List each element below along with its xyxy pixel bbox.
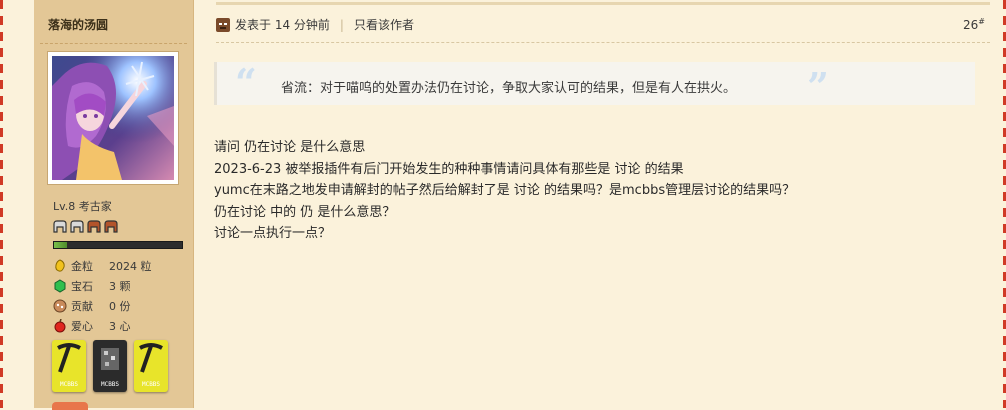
pickaxe-icon bbox=[139, 343, 163, 373]
page-left-border bbox=[0, 0, 3, 408]
stat-gems[interactable]: 宝石 3 颗 bbox=[53, 276, 152, 296]
post-header: 发表于 14 分钟前 | 只看该作者 bbox=[216, 16, 414, 33]
apple-heart-icon bbox=[54, 319, 66, 333]
floor-number-text: 26 bbox=[963, 18, 979, 32]
stat-love[interactable]: 爱心 3 心 bbox=[53, 316, 152, 336]
stat-value: 3 颗 bbox=[109, 280, 131, 293]
divider bbox=[40, 43, 187, 44]
floor-number[interactable]: 26# bbox=[963, 17, 985, 32]
stat-gold[interactable]: 金粒 2024 粒 bbox=[53, 256, 152, 276]
quote-close-icon: ” bbox=[807, 64, 829, 109]
stat-label: 贡献 bbox=[71, 300, 93, 313]
post-line: 仍在讨论 中的 仍 是什么意思？ bbox=[214, 204, 396, 220]
stat-value: 3 心 bbox=[109, 320, 131, 333]
ore-icon bbox=[101, 348, 119, 370]
author-mini-avatar-icon bbox=[216, 17, 230, 32]
quote-text: 省流：对于喵呜的处置办法仍在讨论，争取大家认可的结果，但是有人在拱火。 bbox=[281, 81, 737, 96]
stat-label: 宝石 bbox=[71, 280, 93, 293]
ore-medal[interactable]: MCBBS bbox=[93, 340, 127, 392]
sidebar-bottom-tab[interactable] bbox=[52, 402, 88, 410]
post-line: 2023-6-23 被举报插件有后门开始发生的种种事情请问具体有那些是 讨论 的… bbox=[214, 161, 684, 177]
medal-label: MCBBS bbox=[141, 381, 161, 388]
pickaxe-icon bbox=[57, 343, 81, 373]
iron-helmet-icon bbox=[70, 220, 84, 233]
avatar-image bbox=[52, 56, 174, 180]
pickaxe-medal[interactable]: MCBBS bbox=[134, 340, 168, 392]
gold-nugget-icon bbox=[55, 259, 65, 272]
only-view-author-link[interactable]: 只看该作者 bbox=[354, 16, 414, 33]
post-time: 发表于 14 分钟前 bbox=[235, 18, 330, 32]
stat-contribution[interactable]: 贡献 0 份 bbox=[53, 296, 152, 316]
post-content-area: 发表于 14 分钟前 | 只看该作者 26# “ 省流：对于喵呜的处置办法仍在讨… bbox=[194, 0, 1003, 408]
emerald-icon bbox=[54, 279, 66, 293]
medal-label: MCBBS bbox=[59, 381, 79, 388]
experience-bar bbox=[53, 241, 183, 249]
top-rule bbox=[216, 2, 990, 5]
author-username[interactable]: 落海的汤圆 bbox=[48, 16, 108, 33]
contribution-icon bbox=[53, 299, 67, 313]
separator: | bbox=[339, 17, 344, 32]
stat-value: 2024 粒 bbox=[109, 260, 152, 273]
leather-helmet-icon bbox=[87, 220, 101, 233]
pickaxe-medal[interactable]: MCBBS bbox=[52, 340, 86, 392]
quote-block: “ 省流：对于喵呜的处置办法仍在讨论，争取大家认可的结果，但是有人在拱火。 ” bbox=[214, 60, 975, 109]
experience-bar-fill bbox=[54, 242, 67, 248]
medal-label: MCBBS bbox=[100, 381, 120, 388]
author-stats: 金粒 2024 粒 宝石 3 颗 贡献 0 份 爱心 3 心 bbox=[53, 256, 152, 336]
quote-open-icon: “ bbox=[235, 60, 257, 105]
post-body: 请问 仍在讨论 是什么意思 2023-6-23 被举报插件有后门开始发生的种种事… bbox=[214, 137, 795, 245]
stat-value: 0 份 bbox=[109, 300, 131, 313]
author-avatar[interactable] bbox=[48, 52, 178, 184]
leather-helmet-icon bbox=[104, 220, 118, 233]
medal-list: MCBBS MCBBS MCBBS bbox=[52, 340, 168, 392]
post-line: 请问 仍在讨论 是什么意思 bbox=[214, 140, 366, 155]
stat-label: 爱心 bbox=[71, 320, 93, 333]
stat-label: 金粒 bbox=[71, 260, 93, 273]
divider bbox=[216, 42, 990, 43]
floor-suffix: # bbox=[978, 17, 985, 26]
author-sidebar: 落海的汤圆 Lv.8 考古家 金粒 2024 粒 宝石 3 颗 贡献 0 份 爱… bbox=[34, 0, 194, 410]
author-level[interactable]: Lv.8 考古家 bbox=[53, 198, 112, 214]
post-line: yumc在末路之地发申请解封的帖子然后给解封了是 讨论 的结果吗？是mcbbs管… bbox=[214, 183, 796, 198]
post-line: 讨论一点执行一点？ bbox=[214, 226, 332, 241]
iron-helmet-icon bbox=[53, 220, 67, 233]
level-helmets bbox=[53, 220, 118, 233]
